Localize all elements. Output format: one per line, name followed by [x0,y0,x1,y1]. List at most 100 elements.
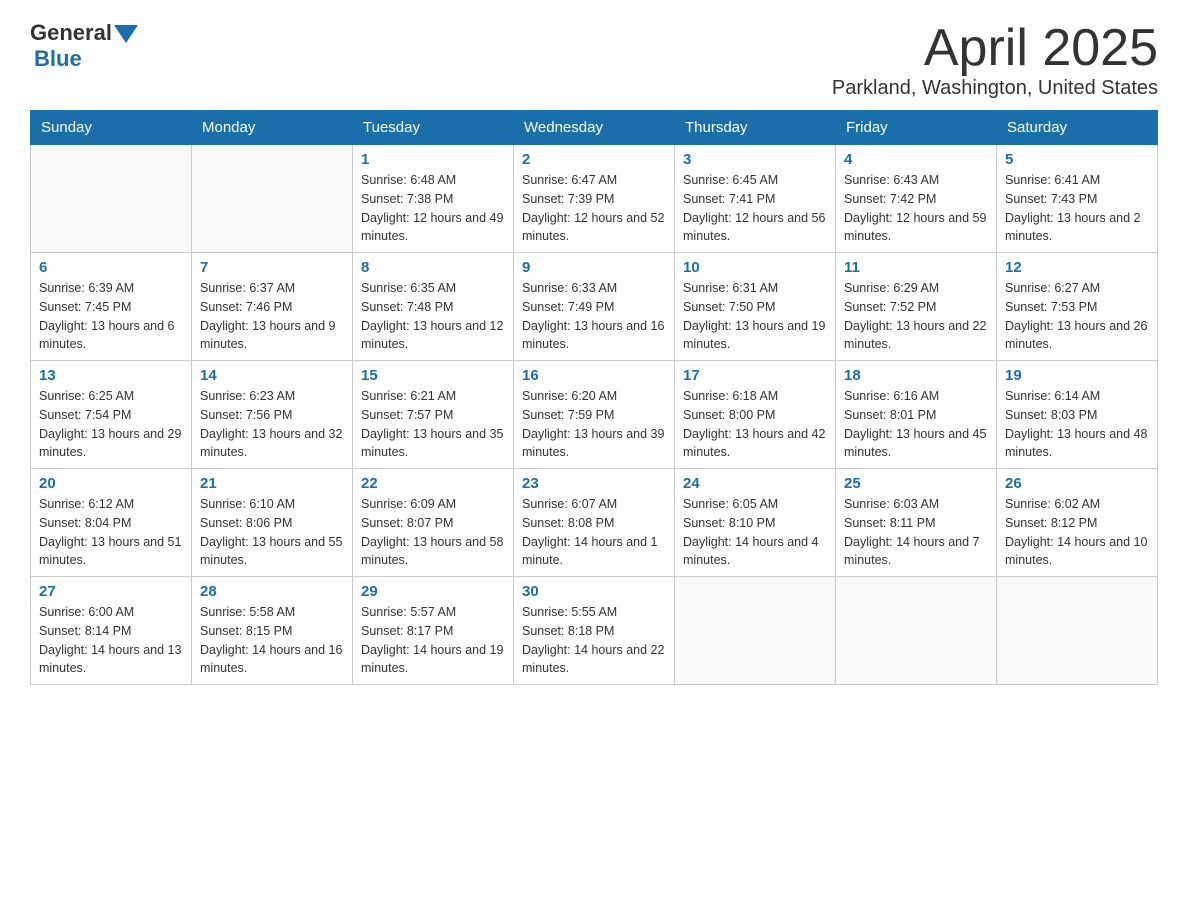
day-info: Sunrise: 6:14 AMSunset: 8:03 PMDaylight:… [1005,387,1149,462]
calendar-table: SundayMondayTuesdayWednesdayThursdayFrid… [30,110,1158,685]
calendar-cell: 3 Sunrise: 6:45 AMSunset: 7:41 PMDaylight… [675,145,836,253]
day-info: Sunrise: 6:48 AMSunset: 7:38 PMDaylight:… [361,171,505,246]
day-number: 6 [39,259,183,276]
day-number: 25 [844,475,988,492]
month-title: April 2025 [832,20,1158,77]
day-number: 30 [522,583,666,600]
calendar-cell: 9 Sunrise: 6:33 AMSunset: 7:49 PMDaylight… [514,253,675,361]
day-number: 29 [361,583,505,600]
day-number: 22 [361,475,505,492]
day-number: 24 [683,475,827,492]
calendar-cell: 26 Sunrise: 6:02 AMSunset: 8:12 PMDayligh… [997,469,1158,577]
day-info: Sunrise: 6:21 AMSunset: 7:57 PMDaylight:… [361,387,505,462]
day-number: 3 [683,151,827,168]
calendar-cell: 4Sunrise: 6:43 AMSunset: 7:42 PMDaylight… [836,145,997,253]
day-info: Sunrise: 6:39 AMSunset: 7:45 PMDaylight:… [39,279,183,354]
calendar-cell: 16Sunrise: 6:20 AMSunset: 7:59 PMDayligh… [514,361,675,469]
day-info: Sunrise: 6:35 AMSunset: 7:48 PMDaylight:… [361,279,505,354]
calendar-cell: 17Sunrise: 6:18 AMSunset: 8:00 PMDayligh… [675,361,836,469]
day-number: 7 [200,259,344,276]
week-row-4: 20 Sunrise: 6:12 AMSunset: 8:04 PMDayligh… [31,469,1158,577]
weekday-header-friday: Friday [836,111,997,145]
day-number: 14 [200,367,344,384]
calendar-cell: 18Sunrise: 6:16 AMSunset: 8:01 PMDayligh… [836,361,997,469]
week-row-1: 1 Sunrise: 6:48 AMSunset: 7:38 PMDaylight… [31,145,1158,253]
calendar-cell: 20 Sunrise: 6:12 AMSunset: 8:04 PMDayligh… [31,469,192,577]
calendar-cell: 25 Sunrise: 6:03 AMSunset: 8:11 PMDayligh… [836,469,997,577]
weekday-header-monday: Monday [192,111,353,145]
day-number: 26 [1005,475,1149,492]
day-info: Sunrise: 6:03 AMSunset: 8:11 PMDaylight:… [844,495,988,570]
calendar-cell: 22 Sunrise: 6:09 AMSunset: 8:07 PMDayligh… [353,469,514,577]
calendar-cell: 5Sunrise: 6:41 AMSunset: 7:43 PMDaylight… [997,145,1158,253]
day-info: Sunrise: 6:29 AMSunset: 7:52 PMDaylight:… [844,279,988,354]
weekday-header-row: SundayMondayTuesdayWednesdayThursdayFrid… [31,111,1158,145]
logo: General Blue [30,20,138,72]
day-number: 20 [39,475,183,492]
day-number: 28 [200,583,344,600]
day-number: 12 [1005,259,1149,276]
day-number: 21 [200,475,344,492]
calendar-cell: 8Sunrise: 6:35 AMSunset: 7:48 PMDaylight… [353,253,514,361]
day-info: Sunrise: 6:41 AMSunset: 7:43 PMDaylight:… [1005,171,1149,246]
day-number: 9 [522,259,666,276]
day-info: Sunrise: 6:45 AMSunset: 7:41 PMDaylight:… [683,171,827,246]
day-number: 13 [39,367,183,384]
calendar-cell: 21 Sunrise: 6:10 AMSunset: 8:06 PMDayligh… [192,469,353,577]
weekday-header-wednesday: Wednesday [514,111,675,145]
calendar-cell: 14 Sunrise: 6:23 AMSunset: 7:56 PMDayligh… [192,361,353,469]
day-number: 11 [844,259,988,276]
calendar-cell: 10 Sunrise: 6:31 AMSunset: 7:50 PMDayligh… [675,253,836,361]
title-block: April 2025 Parkland, Washington, United … [832,20,1158,100]
day-info: Sunrise: 5:57 AMSunset: 8:17 PMDaylight:… [361,603,505,678]
day-info: Sunrise: 6:25 AMSunset: 7:54 PMDaylight:… [39,387,183,462]
week-row-5: 27Sunrise: 6:00 AMSunset: 8:14 PMDayligh… [31,577,1158,685]
day-number: 17 [683,367,827,384]
calendar-cell: 7 Sunrise: 6:37 AMSunset: 7:46 PMDaylight… [192,253,353,361]
location-title: Parkland, Washington, United States [832,77,1158,100]
calendar-cell [675,577,836,685]
calendar-cell [31,145,192,253]
calendar-cell: 13 Sunrise: 6:25 AMSunset: 7:54 PMDayligh… [31,361,192,469]
day-info: Sunrise: 6:33 AMSunset: 7:49 PMDaylight:… [522,279,666,354]
calendar-cell: 29 Sunrise: 5:57 AMSunset: 8:17 PMDayligh… [353,577,514,685]
day-info: Sunrise: 5:58 AMSunset: 8:15 PMDaylight:… [200,603,344,678]
calendar-cell [192,145,353,253]
day-info: Sunrise: 6:02 AMSunset: 8:12 PMDaylight:… [1005,495,1149,570]
calendar-cell: 23Sunrise: 6:07 AMSunset: 8:08 PMDayligh… [514,469,675,577]
day-info: Sunrise: 6:31 AMSunset: 7:50 PMDaylight:… [683,279,827,354]
calendar-cell: 15 Sunrise: 6:21 AMSunset: 7:57 PMDayligh… [353,361,514,469]
calendar-cell: 28 Sunrise: 5:58 AMSunset: 8:15 PMDayligh… [192,577,353,685]
page-header: General Blue April 2025 Parkland, Washin… [30,20,1158,100]
day-info: Sunrise: 6:47 AMSunset: 7:39 PMDaylight:… [522,171,666,246]
day-info: Sunrise: 6:12 AMSunset: 8:04 PMDaylight:… [39,495,183,570]
logo-arrow-icon [114,25,138,43]
day-info: Sunrise: 6:43 AMSunset: 7:42 PMDaylight:… [844,171,988,246]
logo-text-general: General [30,20,112,46]
day-number: 19 [1005,367,1149,384]
day-number: 10 [683,259,827,276]
calendar-cell: 2 Sunrise: 6:47 AMSunset: 7:39 PMDaylight… [514,145,675,253]
calendar-cell: 11 Sunrise: 6:29 AMSunset: 7:52 PMDayligh… [836,253,997,361]
day-info: Sunrise: 6:05 AMSunset: 8:10 PMDaylight:… [683,495,827,570]
day-number: 15 [361,367,505,384]
day-info: Sunrise: 6:09 AMSunset: 8:07 PMDaylight:… [361,495,505,570]
calendar-cell [836,577,997,685]
day-info: Sunrise: 6:37 AMSunset: 7:46 PMDaylight:… [200,279,344,354]
calendar-cell: 12 Sunrise: 6:27 AMSunset: 7:53 PMDayligh… [997,253,1158,361]
week-row-3: 13 Sunrise: 6:25 AMSunset: 7:54 PMDayligh… [31,361,1158,469]
week-row-2: 6 Sunrise: 6:39 AMSunset: 7:45 PMDaylight… [31,253,1158,361]
day-number: 16 [522,367,666,384]
day-info: Sunrise: 6:10 AMSunset: 8:06 PMDaylight:… [200,495,344,570]
calendar-cell: 24 Sunrise: 6:05 AMSunset: 8:10 PMDayligh… [675,469,836,577]
day-number: 2 [522,151,666,168]
weekday-header-sunday: Sunday [31,111,192,145]
day-number: 1 [361,151,505,168]
day-info: Sunrise: 6:23 AMSunset: 7:56 PMDaylight:… [200,387,344,462]
calendar-cell: 6 Sunrise: 6:39 AMSunset: 7:45 PMDaylight… [31,253,192,361]
day-info: Sunrise: 5:55 AMSunset: 8:18 PMDaylight:… [522,603,666,678]
day-number: 23 [522,475,666,492]
calendar-cell: 1 Sunrise: 6:48 AMSunset: 7:38 PMDaylight… [353,145,514,253]
day-info: Sunrise: 6:27 AMSunset: 7:53 PMDaylight:… [1005,279,1149,354]
calendar-cell [997,577,1158,685]
